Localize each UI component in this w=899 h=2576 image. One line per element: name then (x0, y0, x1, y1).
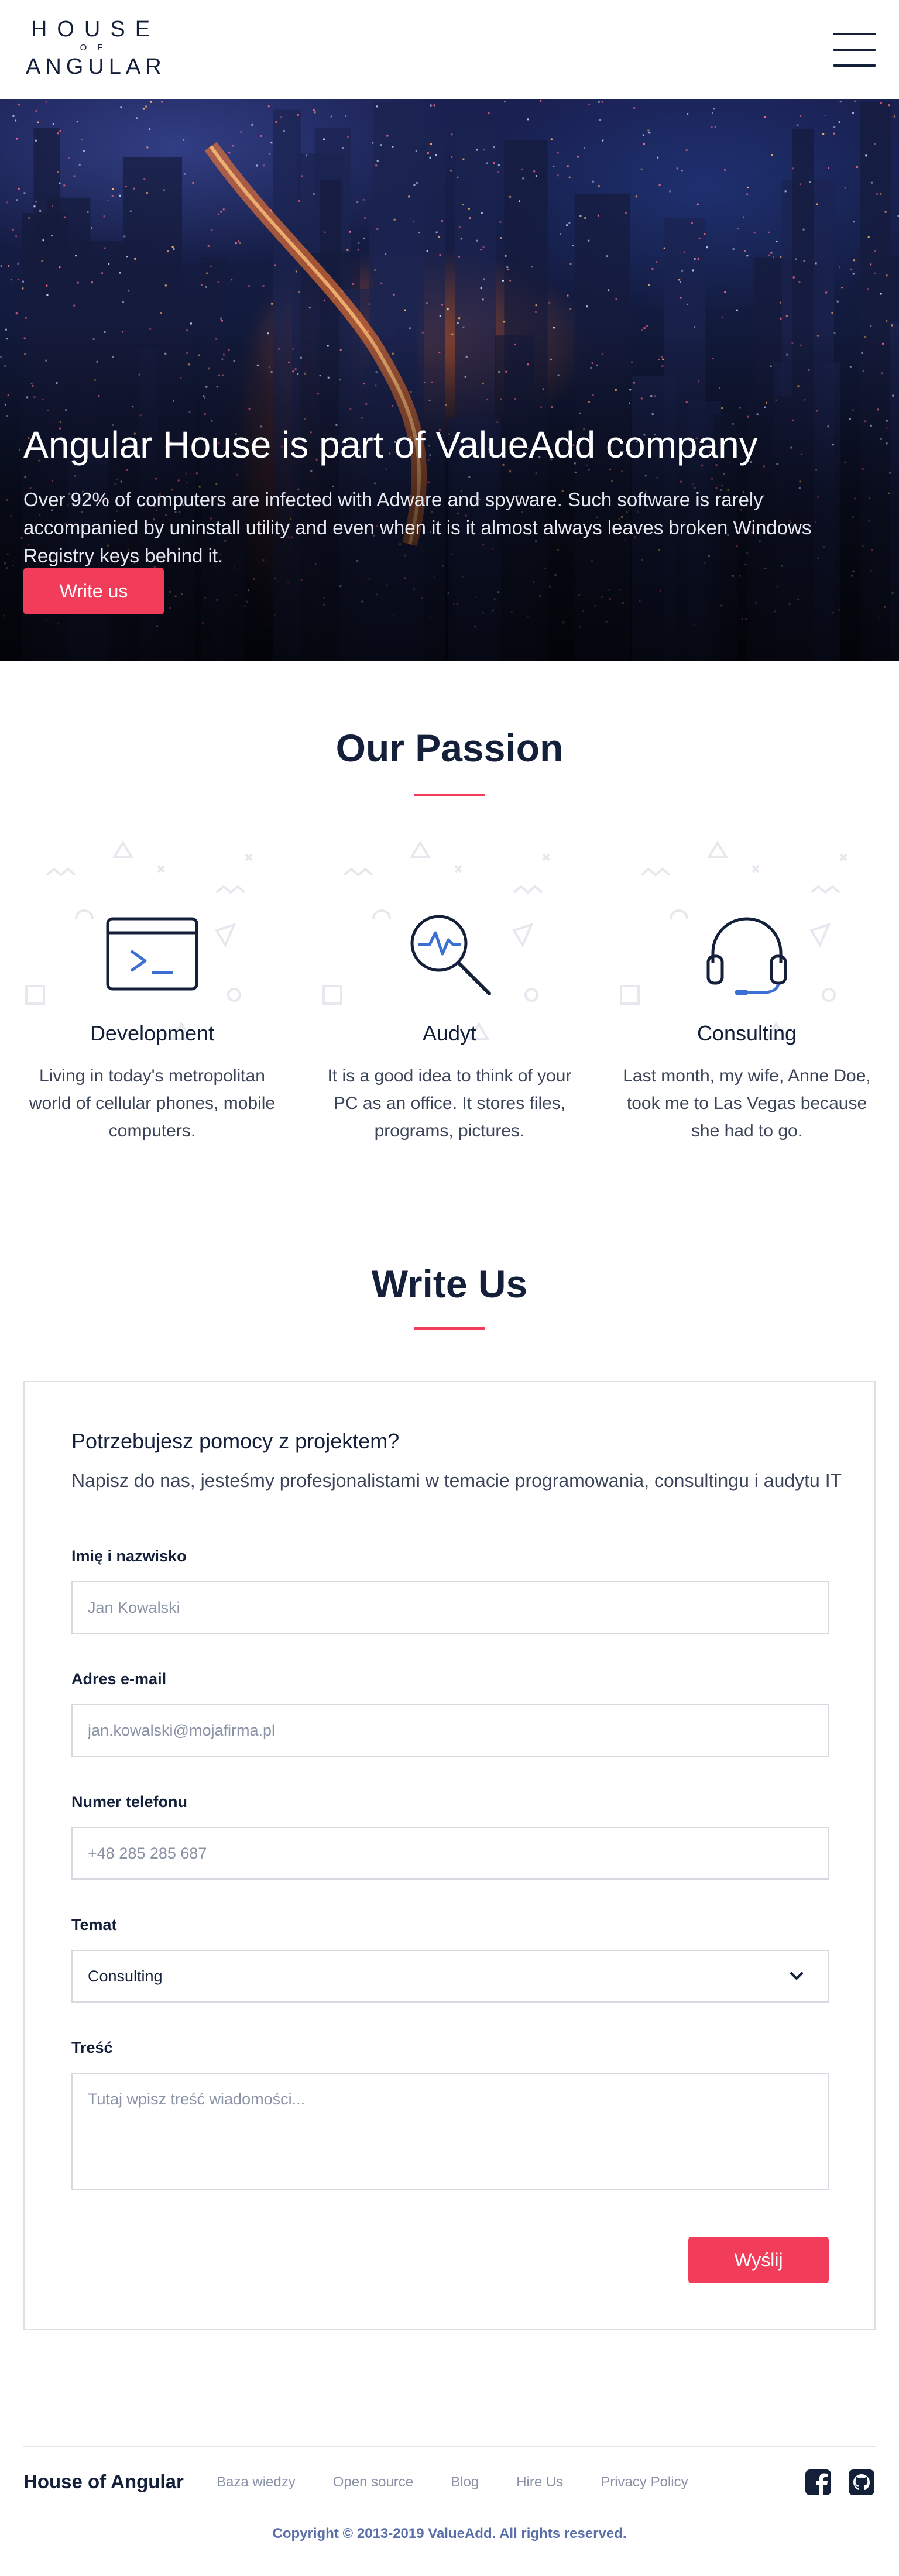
email-label: Adres e-mail (71, 1670, 167, 1688)
hero-banner: Angular House is part of ValueAdd compan… (0, 99, 899, 661)
passion-card-audyt: Audyt It is a good idea to think of your… (321, 831, 578, 1159)
message-label: Treść (71, 2039, 113, 2056)
passion-title: Our Passion (335, 726, 564, 770)
headset-icon (706, 917, 787, 995)
write-us-title: Write Us (371, 1262, 528, 1306)
logo-line-house: HOUSE (30, 17, 160, 42)
footer-link-open-source[interactable]: Open source (333, 2474, 413, 2491)
card-title: Development (90, 1021, 215, 1045)
footer-divider (23, 2446, 876, 2447)
name-label: Imię i nazwisko (71, 1547, 187, 1565)
topic-select[interactable]: Consulting (71, 1950, 829, 2003)
footer-link-privacy-policy[interactable]: Privacy Policy (601, 2474, 688, 2491)
github-icon[interactable] (847, 2468, 876, 2496)
card-text: Last month, my wife, Anne Doe, took me t… (623, 1066, 871, 1141)
submit-button[interactable]: Wyślij (688, 2237, 829, 2283)
footer-link-hire-us[interactable]: Hire Us (516, 2474, 563, 2491)
phone-label: Numer telefonu (71, 1793, 188, 1811)
message-textarea[interactable] (71, 2073, 829, 2190)
contact-form: Potrzebujesz pomocy z projektem? Napisz … (23, 1381, 876, 2330)
name-input[interactable] (71, 1581, 829, 1634)
topic-label: Temat (71, 1916, 117, 1933)
hamburger-menu-icon[interactable] (833, 33, 876, 67)
passion-card-consulting: Consulting Last month, my wife, Anne Doe… (618, 831, 876, 1159)
card-title: Consulting (696, 1021, 797, 1045)
email-input[interactable] (71, 1704, 829, 1757)
logo-line-of: OF (80, 43, 114, 53)
terminal-icon (106, 917, 198, 991)
copyright: Copyright © 2013-2019 ValueAdd. All righ… (272, 2526, 627, 2541)
write-us-title-underline (414, 1327, 485, 1330)
phone-input[interactable] (71, 1827, 829, 1880)
card-text: Living in today's metropolitan world of … (29, 1066, 276, 1141)
footer-brand[interactable]: House of Angular (23, 2471, 184, 2493)
hero-text: Over 92% of computers are infected with … (23, 489, 812, 566)
site-header: HOUSE OF ANGULAR (0, 0, 899, 99)
magnifier-pulse-icon (410, 915, 491, 995)
logo-line-angular: ANGULAR (26, 54, 166, 79)
footer-nav: Baza wiedzy Open source Blog Hire Us Pri… (217, 2474, 726, 2491)
chevron-down-icon (790, 1972, 803, 1980)
passion-card-development: Development Living in today's metropolit… (23, 831, 281, 1159)
passion-title-underline (414, 794, 485, 796)
form-heading: Potrzebujesz pomocy z projektem? (71, 1429, 400, 1453)
facebook-icon[interactable] (804, 2468, 832, 2496)
topic-select-value: Consulting (88, 1967, 163, 1985)
card-text: It is a good idea to think of your PC as… (327, 1066, 572, 1141)
form-subheading: Napisz do nas, jesteśmy profesjonalistam… (71, 1470, 842, 1491)
hero-title: Angular House is part of ValueAdd compan… (23, 424, 758, 466)
footer-link-knowledge-base[interactable]: Baza wiedzy (217, 2474, 296, 2491)
write-us-button[interactable]: Write us (23, 568, 164, 614)
logo[interactable]: HOUSE OF ANGULAR (23, 16, 164, 80)
footer-link-blog[interactable]: Blog (451, 2474, 479, 2491)
card-title: Audyt (422, 1021, 477, 1045)
